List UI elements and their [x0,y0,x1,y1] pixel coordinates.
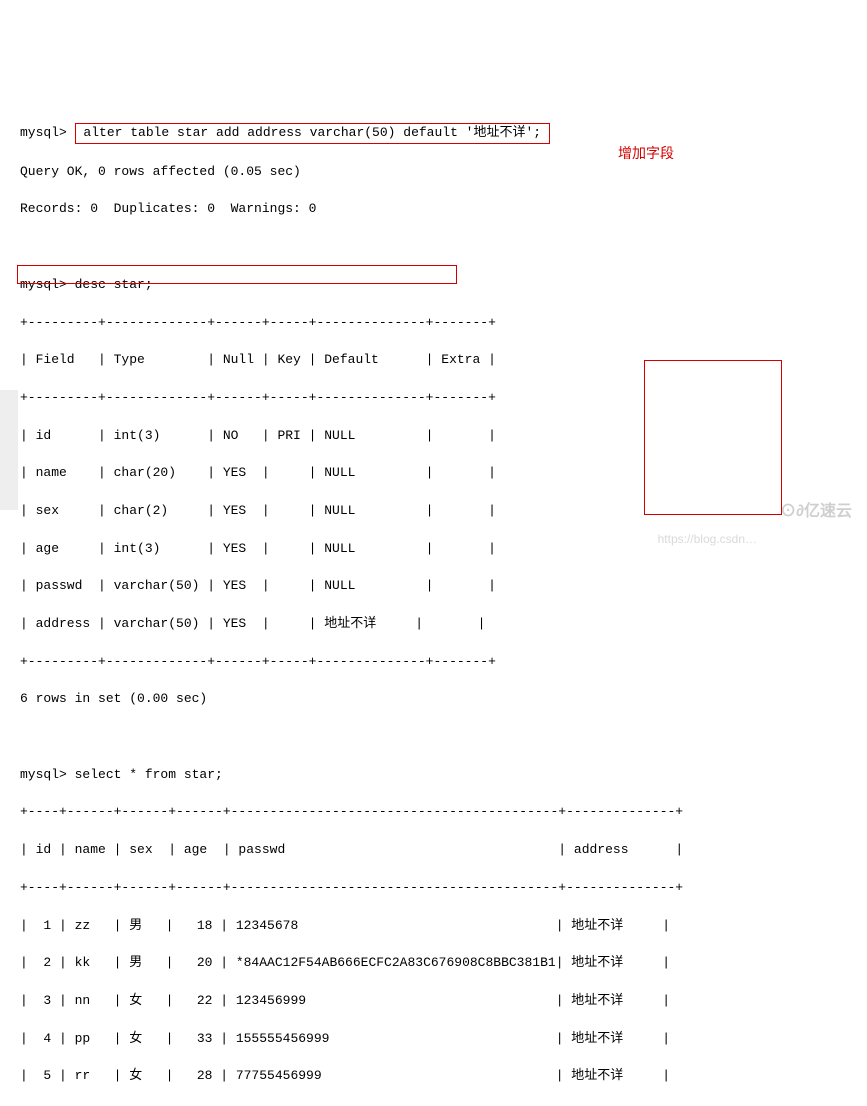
sel-header: | id | name | sex | age | passwd | addre… [20,841,847,860]
sel-border-top: +----+------+------+------+-------------… [20,803,847,822]
alter-line: mysql> alter table star add address varc… [20,123,847,144]
watermark-url: https://blog.csdn… [658,531,757,548]
annotation-add-field: 增加字段 [618,143,674,163]
address-column-highlight [644,360,782,515]
sel-border-bottom: +----+------+------+------+-------------… [20,1105,847,1106]
mysql-prompt: mysql> [20,767,75,782]
gray-margin [0,390,18,510]
desc-footer: 6 rows in set (0.00 sec) [20,690,847,709]
alter-command-boxed: alter table star add address varchar(50)… [75,123,550,144]
address-row-highlight [17,265,457,284]
blank-line [20,728,847,747]
watermark-logo: ⊙∂亿速云 [780,500,852,523]
mysql-prompt: mysql> [20,125,75,140]
alter-command: alter table star add address varchar(50)… [76,125,549,140]
desc-border-bottom: +---------+-------------+------+-----+--… [20,653,847,672]
records-line: Records: 0 Duplicates: 0 Warnings: 0 [20,200,847,219]
desc-row-address: | address | varchar(50) | YES | | 地址不详 |… [20,615,847,634]
desc-row: | passwd | varchar(50) | YES | | NULL | … [20,577,847,596]
sel-row: | 3 | nn | 女 | 22 | 123456999 | 地址不详 | [20,992,847,1011]
sel-row: | 4 | pp | 女 | 33 | 155555456999 | 地址不详 … [20,1030,847,1049]
select-command-line: mysql> select * from star; [20,766,847,785]
sel-row: | 2 | kk | 男 | 20 | *84AAC12F54AB666ECFC… [20,954,847,973]
desc-border-top: +---------+-------------+------+-----+--… [20,314,847,333]
blank-line [20,238,847,257]
query-ok-line: Query OK, 0 rows affected (0.05 sec) [20,163,847,182]
sel-border-mid: +----+------+------+------+-------------… [20,879,847,898]
select-command: select * from star; [75,767,223,782]
sel-row: | 1 | zz | 男 | 18 | 12345678 | 地址不详 | [20,917,847,936]
sel-row: | 5 | rr | 女 | 28 | 77755456999 | 地址不详 | [20,1067,847,1086]
